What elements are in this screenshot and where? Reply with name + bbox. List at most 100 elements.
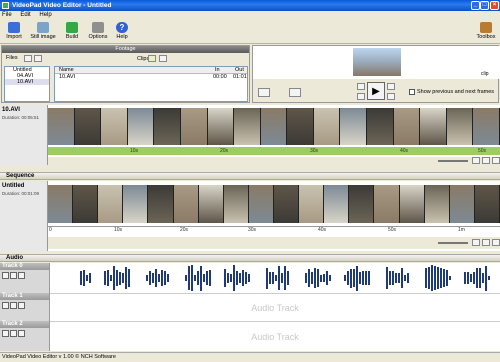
tick-label: 1m — [458, 227, 465, 233]
sequence-filmstrip[interactable] — [48, 185, 500, 223]
step-forward-button[interactable] — [387, 83, 395, 90]
build-icon — [66, 22, 78, 33]
waveform-bar — [125, 267, 127, 289]
forward-button[interactable] — [387, 93, 395, 100]
show-frames-checkbox[interactable] — [409, 89, 415, 95]
mute-button[interactable] — [2, 272, 9, 279]
menu-help[interactable]: Help — [39, 12, 51, 18]
waveform-bar — [191, 265, 193, 291]
waveform-bar — [446, 269, 448, 287]
waveform-bar — [347, 271, 349, 285]
status-bar: VideoPad Video Editor v 1.00 © NCH Softw… — [0, 352, 500, 361]
add-clip-button[interactable] — [148, 55, 156, 62]
toolbox-button[interactable]: Toolbox — [474, 22, 498, 43]
sequence-timeline: Untitled Duration: 00:01:09 0 10s 20s 30… — [0, 181, 500, 251]
star-button[interactable] — [18, 302, 25, 309]
audio-track-1: Track 1 Audio Track — [0, 293, 500, 321]
waveform-bar — [473, 271, 475, 285]
waveform-bar — [167, 274, 169, 282]
waveform-bar — [404, 274, 406, 282]
waveform-bar — [206, 271, 208, 285]
prev-frame-button[interactable] — [258, 88, 270, 97]
thumbnail-frame — [98, 185, 124, 223]
waveform-bar — [200, 265, 202, 291]
solo-button[interactable] — [10, 302, 17, 309]
waveform-bar — [356, 265, 358, 291]
waveform-bar — [128, 268, 130, 288]
track-name: Track 1 — [0, 293, 49, 300]
menu-bar: File Edit Help — [0, 11, 500, 20]
thumbnail-frame — [154, 108, 181, 145]
tree-item[interactable]: 10.AVI — [5, 79, 49, 85]
zoom-out-button[interactable] — [482, 157, 490, 164]
table-row[interactable]: 10.AVI 00:00 01:01 — [55, 74, 247, 81]
audio-track-0: Track 0 — [0, 263, 500, 293]
waveform[interactable] — [50, 263, 500, 293]
help-button[interactable]: ? Help — [110, 22, 134, 43]
star-button[interactable] — [18, 272, 25, 279]
still-image-button[interactable]: Still image — [28, 22, 58, 43]
star-button[interactable] — [18, 330, 25, 337]
col-in[interactable]: In — [215, 67, 220, 74]
waveform-bar — [392, 271, 394, 285]
row-out: 01:01 — [233, 74, 247, 80]
waveform-bar — [365, 270, 367, 286]
clip-filmstrip[interactable] — [48, 108, 500, 145]
import-button[interactable]: Import — [2, 22, 26, 43]
play-button[interactable]: ▶ — [367, 82, 385, 100]
remove-file-button[interactable] — [34, 55, 42, 62]
waveform-bar — [389, 271, 391, 285]
waveform-bar — [479, 267, 481, 289]
step-back-button[interactable] — [357, 83, 365, 90]
thumbnail-frame — [393, 108, 421, 145]
clip-zoom-bar — [48, 157, 500, 165]
app-icon — [2, 2, 9, 9]
menu-file[interactable]: File — [2, 12, 12, 18]
waveform-bar — [236, 271, 238, 285]
menu-edit[interactable]: Edit — [20, 12, 30, 18]
solo-button[interactable] — [10, 272, 17, 279]
waveform-bar — [386, 266, 388, 290]
add-file-button[interactable] — [24, 55, 32, 62]
zoom-fit-button[interactable] — [492, 239, 500, 246]
tick-label: 50s — [388, 227, 397, 233]
maximize-button[interactable]: □ — [480, 1, 489, 10]
col-name[interactable]: Name — [59, 67, 74, 74]
waveform-bar — [287, 270, 289, 286]
remove-clip-button[interactable] — [159, 55, 167, 62]
sequence-zoom-slider[interactable] — [438, 242, 468, 244]
solo-button[interactable] — [10, 330, 17, 337]
zoom-fit-button[interactable] — [492, 157, 500, 164]
thumbnail-frame — [424, 185, 450, 223]
thumbnail-frame — [474, 185, 500, 223]
waveform-bar — [188, 265, 190, 291]
rewind-button[interactable] — [357, 93, 365, 100]
tick-label: 20s — [180, 227, 189, 233]
thumbnail-frame — [127, 108, 155, 145]
preview-frame — [353, 48, 401, 76]
mute-button[interactable] — [2, 330, 9, 337]
waveform-bar — [401, 267, 403, 289]
mute-button[interactable] — [2, 302, 9, 309]
waveform-bar — [278, 265, 280, 291]
waveform-bar — [152, 273, 154, 283]
next-frame-button[interactable] — [289, 88, 301, 97]
zoom-out-button[interactable] — [482, 239, 490, 246]
audio-track-placeholder[interactable]: Audio Track — [50, 321, 500, 351]
options-button[interactable]: Options — [86, 22, 110, 43]
build-button[interactable]: Build — [60, 22, 84, 43]
thumbnail-frame — [180, 108, 208, 145]
waveform-bar — [155, 268, 157, 288]
tick-label: 10s — [114, 227, 123, 233]
close-button[interactable]: × — [490, 1, 499, 10]
zoom-in-button[interactable] — [472, 157, 480, 164]
clip-ruler: 10s 20s 30s 40s 50s — [48, 148, 500, 155]
minimize-button[interactable]: _ — [471, 1, 480, 10]
col-out[interactable]: Out — [235, 67, 244, 74]
tick-label: 40s — [400, 148, 409, 154]
zoom-in-button[interactable] — [472, 239, 480, 246]
waveform-bar — [437, 266, 439, 290]
audio-track-placeholder[interactable]: Audio Track — [50, 293, 500, 321]
clip-zoom-slider[interactable] — [438, 160, 468, 162]
thumbnail-frame — [324, 185, 350, 223]
